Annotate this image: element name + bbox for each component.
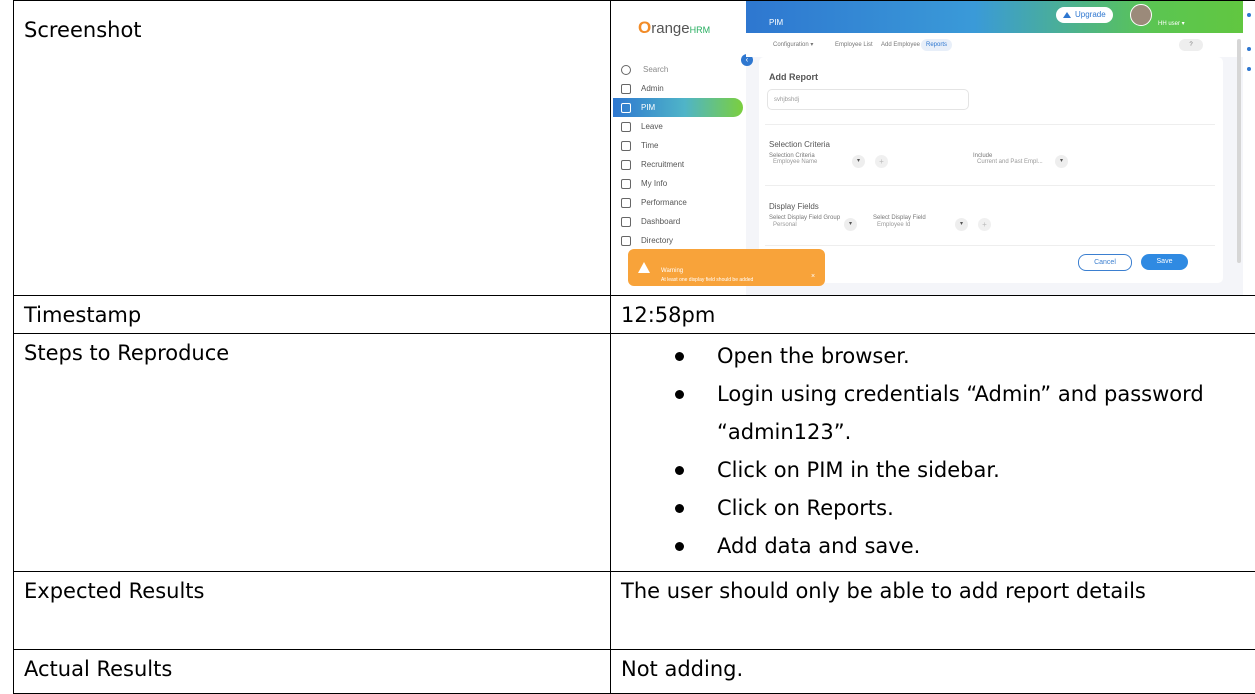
recruitment-icon (621, 160, 631, 170)
screenshot-cell: OrangeHRM Search Admin PIM Leave Time Re… (611, 1, 1255, 296)
list-item: Add data and save. (717, 527, 1245, 565)
add-report-form: Add Report Report Name* svhjbshdj Select… (759, 57, 1223, 283)
timestamp-value: 12:58pm (611, 296, 1255, 334)
steps-cell: Open the browser. Login using credential… (611, 334, 1255, 572)
tab-employee-list[interactable]: Employee List (830, 39, 878, 51)
sidebar-item-pim[interactable]: PIM (613, 98, 743, 117)
time-icon (621, 141, 631, 151)
list-item: Open the browser. (717, 337, 1245, 375)
dashboard-icon (621, 217, 631, 227)
directory-icon (621, 236, 631, 246)
admin-icon (621, 84, 631, 94)
leave-icon (621, 122, 631, 132)
steps-label: Steps to Reproduce (14, 334, 611, 572)
list-item: Click on Reports. (717, 489, 1245, 527)
divider (765, 185, 1215, 186)
indicator-dot (1247, 67, 1251, 71)
warning-icon (638, 262, 650, 273)
expected-value: The user should only be able to add repo… (611, 572, 1255, 650)
add-criteria-button[interactable]: + (875, 155, 888, 168)
sidebar-item-recruitment[interactable]: Recruitment (613, 155, 746, 174)
top-nav: Configuration ▾ Employee List Add Employ… (746, 33, 1254, 57)
right-strip (1243, 1, 1254, 296)
sidebar-item-time[interactable]: Time (613, 136, 746, 155)
sidebar-item-my-info[interactable]: My Info (613, 174, 746, 193)
sidebar-item-performance[interactable]: Performance (613, 193, 746, 212)
include-dropdown-icon[interactable]: ▾ (1055, 155, 1068, 168)
upgrade-icon (1063, 12, 1071, 18)
cancel-button[interactable]: Cancel (1078, 254, 1132, 271)
sidebar-nav: Admin PIM Leave Time Recruitment My Info… (613, 79, 746, 250)
save-button[interactable]: Save (1141, 254, 1188, 270)
scrollbar[interactable] (1237, 39, 1241, 263)
tab-configuration[interactable]: Configuration ▾ (768, 39, 818, 51)
add-display-field-button[interactable]: + (978, 218, 991, 231)
sidebar-item-dashboard[interactable]: Dashboard (613, 212, 746, 231)
warning-toast: Warning At least one display field shoul… (628, 249, 825, 286)
toast-message: At least one display field should be add… (661, 265, 753, 295)
orangehrm-screenshot: OrangeHRM Search Admin PIM Leave Time Re… (613, 1, 1254, 296)
timestamp-label: Timestamp (14, 296, 611, 334)
tab-add-employee[interactable]: Add Employee (876, 39, 925, 51)
tab-reports[interactable]: Reports (921, 39, 952, 51)
report-name-input[interactable]: svhjbshdj (767, 89, 969, 110)
indicator-dot (1247, 47, 1251, 51)
sidebar-item-leave[interactable]: Leave (613, 117, 746, 136)
actual-label: Actual Results (14, 650, 611, 694)
pim-icon (621, 103, 631, 113)
display-field-dropdown-icon[interactable]: ▾ (955, 218, 968, 231)
upgrade-button[interactable]: Upgrade (1056, 7, 1113, 23)
indicator-dot (1247, 13, 1251, 17)
close-icon[interactable]: × (811, 262, 815, 292)
sidebar-item-admin[interactable]: Admin (613, 79, 746, 98)
expected-label: Expected Results (14, 572, 611, 650)
bug-report-table: Screenshot OrangeHRM Search Admin PIM Le… (13, 0, 1255, 694)
help-button[interactable]: ? (1179, 39, 1203, 51)
screenshot-label: Screenshot (14, 1, 611, 296)
field-group-dropdown-icon[interactable]: ▾ (844, 218, 857, 231)
selection-dropdown-icon[interactable]: ▾ (852, 155, 865, 168)
top-bar: PIM Upgrade HH user ▾ (746, 1, 1254, 33)
divider (765, 124, 1215, 125)
steps-list: Open the browser. Login using credential… (621, 337, 1245, 565)
my-info-icon (621, 179, 631, 189)
sidebar-item-directory[interactable]: Directory (613, 231, 746, 250)
performance-icon (621, 198, 631, 208)
orangehrm-logo: OrangeHRM (638, 13, 710, 45)
list-item: Login using credentials “Admin” and pass… (717, 375, 1245, 451)
search-icon (621, 65, 631, 75)
avatar[interactable] (1130, 4, 1152, 26)
divider (765, 245, 1215, 246)
actual-value: Not adding. (611, 650, 1255, 694)
list-item: Click on PIM in the sidebar. (717, 451, 1245, 489)
